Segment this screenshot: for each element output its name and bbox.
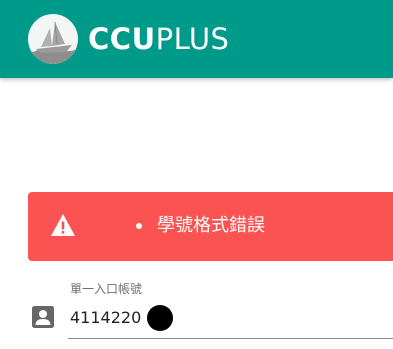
account-input[interactable] — [70, 304, 393, 330]
error-alert: 學號格式錯誤 — [28, 192, 393, 261]
brand-title-light: PLUS — [155, 22, 230, 56]
account-box-icon — [31, 305, 55, 333]
account-field-label: 單一入口帳號 — [70, 282, 143, 296]
warning-triangle-icon — [50, 213, 76, 241]
login-page: CCUPLUS 學號格式錯誤 單一入口帳號 — [0, 0, 393, 349]
account-input-underline — [68, 338, 393, 339]
app-bar: CCUPLUS — [0, 0, 393, 78]
redaction-mark — [147, 305, 173, 331]
alert-message: 學號格式錯誤 — [157, 215, 265, 236]
alert-bullet — [136, 223, 142, 229]
sailboat-logo-icon — [28, 14, 78, 64]
brand-title-bold: CCU — [88, 22, 156, 56]
brand-title: CCUPLUS — [88, 21, 229, 57]
